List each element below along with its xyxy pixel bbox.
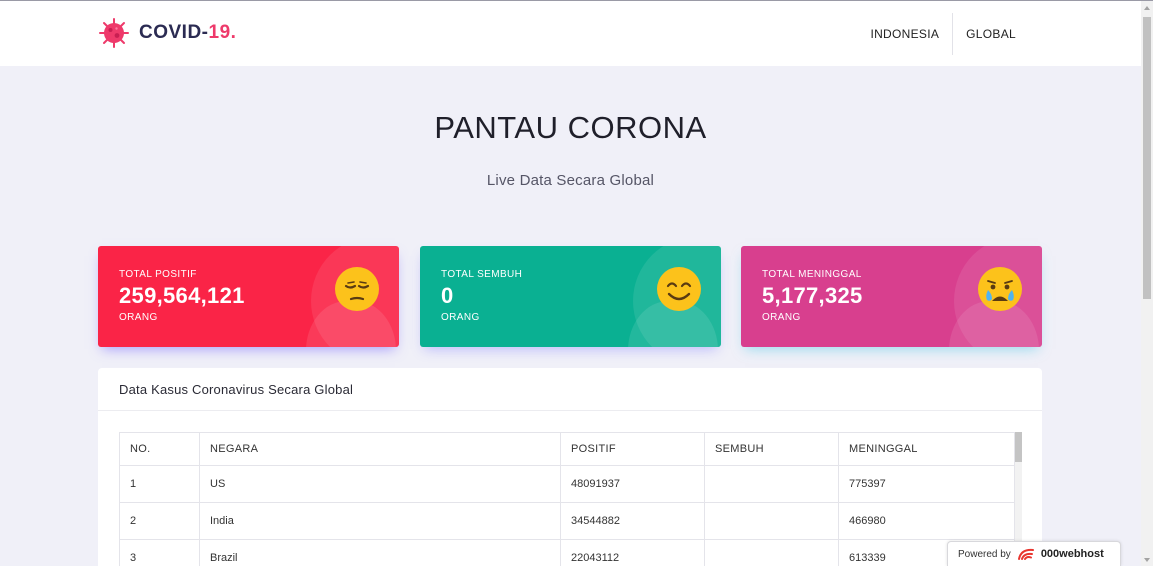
page-scrollbar-thumb[interactable]: [1143, 17, 1151, 299]
cell-recovered: [704, 502, 839, 540]
cell-deaths: 466980: [838, 502, 1015, 540]
panel-title: Data Kasus Coronavirus Secara Global: [98, 368, 1042, 411]
smiling-face-icon: [657, 267, 701, 311]
webhost-logo-icon: [1017, 548, 1034, 560]
column-header-deaths[interactable]: MENINGGAL: [838, 432, 1015, 466]
stat-unit: ORANG: [762, 312, 801, 323]
stat-unit: ORANG: [441, 312, 480, 323]
table-row: 2 India 34544882 466980: [119, 502, 1015, 540]
table-scrollbar-thumb[interactable]: [1015, 432, 1022, 462]
cell-positive: 34544882: [560, 502, 705, 540]
page-scrollbar[interactable]: [1141, 1, 1153, 566]
brand-name-main: COVID-: [139, 22, 209, 43]
table-header-row: NO. NEGARA POSITIF SEMBUH MENINGGAL: [119, 432, 1015, 466]
cell-deaths: 775397: [838, 465, 1015, 503]
column-header-no[interactable]: NO.: [119, 432, 200, 466]
stat-unit: ORANG: [119, 312, 158, 323]
cell-country: US: [199, 465, 561, 503]
cell-positive: 22043112: [560, 539, 705, 566]
brand-logo[interactable]: COVID-19.: [98, 17, 236, 49]
stat-label: TOTAL POSITIF: [119, 269, 197, 280]
brand-name-accent: 19.: [208, 22, 237, 43]
nav-links: INDONESIA GLOBAL: [857, 13, 1029, 55]
stat-label: TOTAL SEMBUH: [441, 269, 523, 280]
table-row: 3 Brazil 22043112 613339: [119, 539, 1015, 566]
stat-card-deaths: TOTAL MENINGGAL 5,177,325 ORANG: [741, 246, 1042, 347]
cell-no: 3: [119, 539, 200, 566]
unamused-face-icon: [335, 267, 379, 311]
scroll-up-arrow-icon[interactable]: [1144, 6, 1150, 10]
cell-recovered: [704, 539, 839, 566]
column-header-recovered[interactable]: SEMBUH: [704, 432, 839, 466]
powered-by-label: Powered by: [958, 548, 1011, 560]
cell-country: India: [199, 502, 561, 540]
cell-country: Brazil: [199, 539, 561, 566]
column-header-country[interactable]: NEGARA: [199, 432, 561, 466]
cell-no: 1: [119, 465, 200, 503]
global-data-panel: Data Kasus Coronavirus Secara Global NO.…: [98, 368, 1042, 566]
nav-link-global[interactable]: GLOBAL: [953, 13, 1029, 55]
nav-link-indonesia[interactable]: INDONESIA: [857, 13, 952, 55]
stat-value: 259,564,121: [119, 283, 245, 308]
scroll-down-arrow-icon[interactable]: [1144, 558, 1150, 562]
virus-icon: [99, 18, 129, 48]
table-row: 1 US 48091937 775397: [119, 465, 1015, 503]
page-subtitle: Live Data Secara Global: [486, 172, 655, 189]
stat-value: 0: [441, 283, 454, 308]
navbar: COVID-19. INDONESIA GLOBAL: [0, 1, 1141, 66]
data-table: NO. NEGARA POSITIF SEMBUH MENINGGAL 1 US…: [119, 432, 1015, 566]
stat-card-positive: TOTAL POSITIF 259,564,121 ORANG: [98, 246, 399, 347]
stat-label: TOTAL MENINGGAL: [762, 269, 862, 280]
brand-name: COVID-19.: [139, 22, 236, 44]
column-header-positive[interactable]: POSITIF: [560, 432, 705, 466]
webhost-name: 000webhost: [1040, 548, 1104, 560]
crying-face-icon: [978, 267, 1022, 311]
stat-value: 5,177,325: [762, 283, 863, 308]
cell-no: 2: [119, 502, 200, 540]
stat-card-recovered: TOTAL SEMBUH 0 ORANG: [420, 246, 721, 347]
data-table-scroll-area[interactable]: NO. NEGARA POSITIF SEMBUH MENINGGAL 1 US…: [119, 432, 1022, 566]
cell-recovered: [704, 465, 839, 503]
cell-positive: 48091937: [560, 465, 705, 503]
powered-by-badge[interactable]: Powered by 000webhost: [947, 541, 1121, 566]
page-title: PANTAU CORONA: [434, 110, 707, 145]
